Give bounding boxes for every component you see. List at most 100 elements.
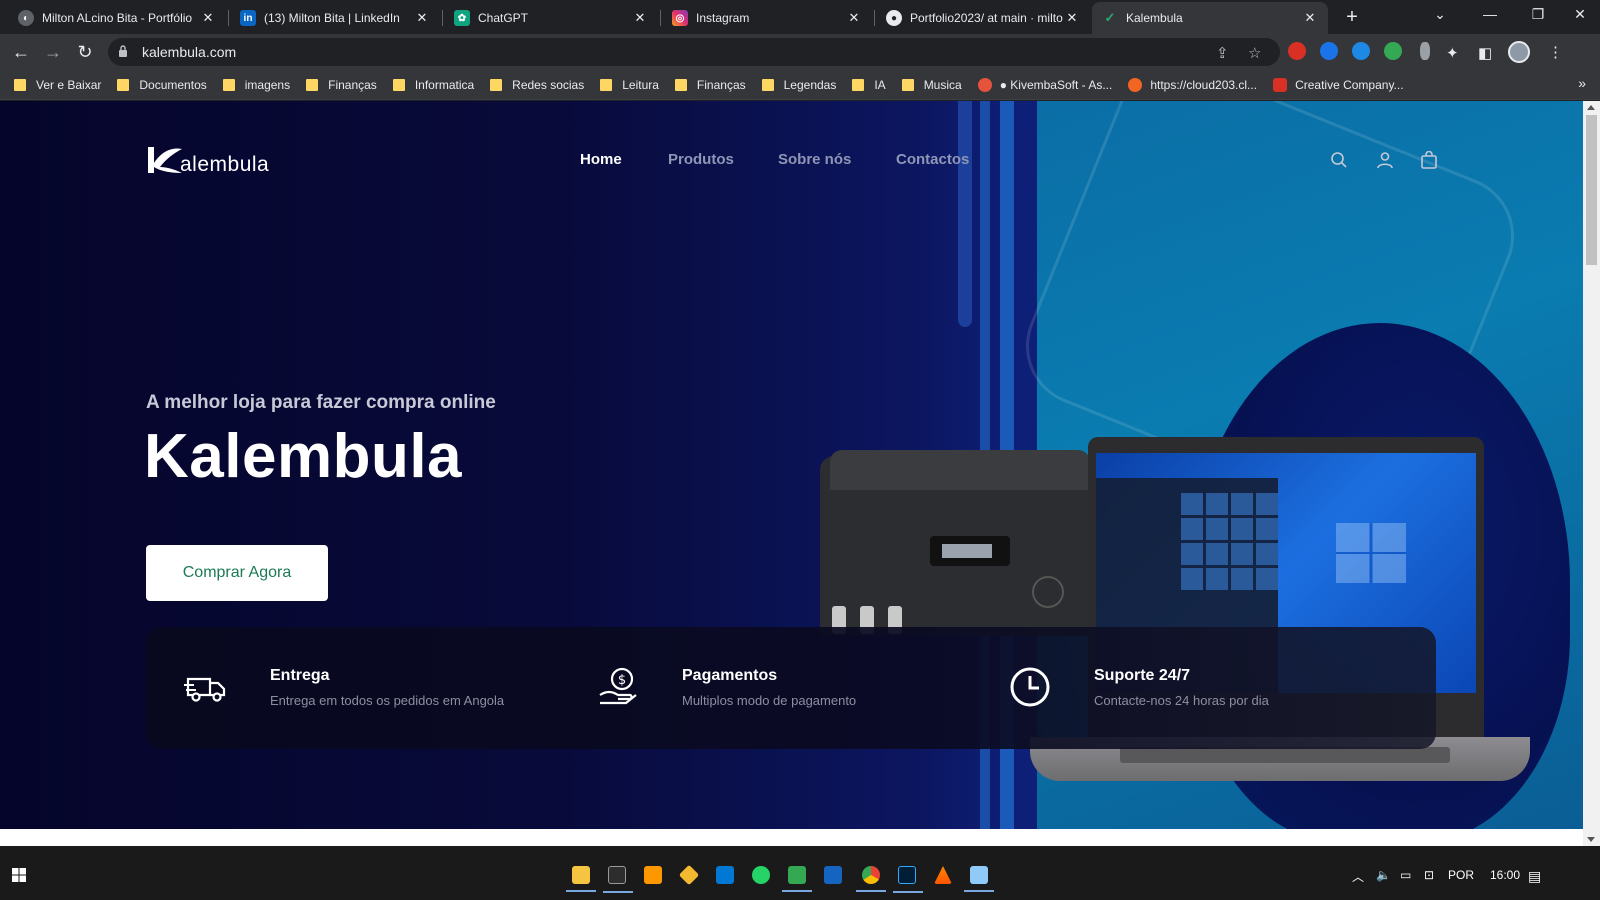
extension-shield-icon[interactable] xyxy=(1352,42,1370,60)
kalembula-logo-icon[interactable] xyxy=(146,145,184,175)
css3-app-icon[interactable] xyxy=(824,866,842,884)
close-icon[interactable]: ✕ xyxy=(1302,10,1318,26)
back-icon[interactable]: ← xyxy=(10,41,32,63)
language-indicator[interactable]: POR xyxy=(1448,868,1474,882)
sidepanel-icon[interactable]: ◧ xyxy=(1478,44,1492,62)
whatsapp-icon[interactable] xyxy=(752,866,770,884)
bookmark-item[interactable]: Redes socias xyxy=(490,78,584,92)
vscode-icon[interactable] xyxy=(716,866,734,884)
scroll-down-icon[interactable] xyxy=(1587,837,1595,842)
folder-icon xyxy=(674,78,687,91)
file-explorer-icon[interactable] xyxy=(566,866,596,892)
logo-text[interactable]: alembula xyxy=(180,153,269,177)
close-icon[interactable]: ✕ xyxy=(632,10,648,26)
extension-vpn-icon[interactable] xyxy=(1320,42,1338,60)
close-icon[interactable]: ✕ xyxy=(414,10,430,26)
tab-instagram[interactable]: ◎ Instagram ✕ xyxy=(662,2,872,34)
bookmark-item[interactable]: Leitura xyxy=(600,78,659,92)
address-bar[interactable]: kalembula.com ⇪ ☆ xyxy=(108,38,1280,66)
new-tab-button[interactable]: + xyxy=(1340,6,1364,29)
notepad-icon[interactable] xyxy=(964,866,994,892)
tab-title: Portfolio2023/ at main · milto xyxy=(910,11,1063,25)
bookmark-item[interactable]: Musica xyxy=(901,77,962,92)
bookmark-item[interactable]: IA xyxy=(852,77,886,92)
hero-tagline: A melhor loja para fazer compra online xyxy=(146,392,496,413)
share-icon[interactable]: ⇪ xyxy=(1216,44,1229,62)
tab-search-icon[interactable]: ⌄ xyxy=(1420,6,1460,23)
scroll-up-icon[interactable] xyxy=(1587,105,1595,110)
tab-title: Kalembula xyxy=(1126,11,1183,25)
tab-portfolio[interactable]: ◐ Milton ALcino Bita - Portfólio ✕ xyxy=(8,2,226,34)
search-icon[interactable] xyxy=(1330,151,1348,169)
bookmark-label: Legendas xyxy=(783,77,837,92)
bookmark-item[interactable]: Finanças xyxy=(674,78,746,92)
extension-google-icon[interactable] xyxy=(1384,42,1402,60)
clock-text[interactable]: 16:00 xyxy=(1490,868,1520,882)
tray-chevron-icon[interactable]: ︿ xyxy=(1352,868,1364,885)
bookmark-label: IA xyxy=(874,77,886,92)
close-icon[interactable]: ✕ xyxy=(846,10,862,26)
clock-icon xyxy=(1010,667,1050,707)
tool-app-icon[interactable] xyxy=(782,866,812,892)
bookmark-item[interactable]: imagens xyxy=(222,78,290,92)
nav-contactos[interactable]: Contactos xyxy=(896,151,969,168)
bookmark-label: Leitura xyxy=(622,77,659,92)
linkedin-icon: in xyxy=(240,10,256,26)
network-icon[interactable]: ⊡ xyxy=(1424,868,1434,882)
bookmark-label: ● KivembaSoft - As... xyxy=(999,77,1113,92)
window-close-button[interactable]: ✕ xyxy=(1560,6,1600,23)
bookmark-label: https://cloud203.cl... xyxy=(1150,77,1258,92)
restore-button[interactable]: ❐ xyxy=(1518,6,1558,23)
nav-sobre-nos[interactable]: Sobre nós xyxy=(778,151,851,168)
more-bookmarks-icon[interactable]: » xyxy=(1578,75,1586,91)
tab-linkedin[interactable]: in (13) Milton Bita | LinkedIn ✕ xyxy=(230,2,440,34)
bookmarks-bar: Ver e Baixar Documentos imagens Finanças… xyxy=(0,70,1600,100)
bookmark-item[interactable]: Informatica xyxy=(392,78,474,92)
close-icon[interactable]: ✕ xyxy=(1064,10,1080,26)
tab-github[interactable]: ● Portfolio2023/ at main · milto ✕ xyxy=(876,2,1090,34)
close-icon[interactable]: ✕ xyxy=(200,10,216,26)
tab-title: (13) Milton Bita | LinkedIn xyxy=(264,11,400,25)
bookmark-item[interactable]: Documentos xyxy=(117,78,207,92)
chrome-icon[interactable] xyxy=(856,866,886,892)
extension-mega-icon[interactable] xyxy=(1288,42,1306,60)
puzzle-icon[interactable]: ✦ xyxy=(1446,44,1459,62)
shopping-bag-icon[interactable] xyxy=(1420,151,1438,169)
bookmark-item[interactable]: https://cloud203.cl... xyxy=(1128,77,1258,92)
tab-kalembula[interactable]: ✓ Kalembula ✕ xyxy=(1092,2,1328,34)
extension-mouse-icon[interactable] xyxy=(1420,42,1430,60)
scrollbar-thumb[interactable] xyxy=(1586,115,1597,265)
bookmark-item[interactable]: Creative Company... xyxy=(1273,77,1404,92)
nav-home[interactable]: Home xyxy=(580,151,622,168)
bookmark-item[interactable]: Finanças xyxy=(306,78,377,92)
bookmark-item[interactable]: Ver e Baixar xyxy=(14,78,101,92)
lock-icon xyxy=(119,45,127,57)
browser-toolbar: ← → ↻ kalembula.com ⇪ ☆ ✦ ◧ ⋮ xyxy=(0,34,1600,70)
bookmark-star-icon[interactable]: ☆ xyxy=(1248,44,1261,62)
windows-start-icon[interactable] xyxy=(12,868,26,882)
bookmark-item[interactable]: Legendas xyxy=(761,77,837,92)
bookmark-label: Ver e Baixar xyxy=(36,77,102,92)
menu-dots-icon[interactable]: ⋮ xyxy=(1548,43,1563,61)
kivembasoft-icon xyxy=(977,77,992,92)
forward-icon[interactable]: → xyxy=(42,41,64,63)
sublime-icon[interactable] xyxy=(644,866,662,884)
chatgpt-icon: ✿ xyxy=(454,10,470,26)
battery-icon[interactable]: ▭ xyxy=(1400,868,1411,882)
pen-app-icon[interactable] xyxy=(603,866,633,893)
notification-icon[interactable]: ▤ xyxy=(1528,868,1541,885)
volume-icon[interactable]: 🔈 xyxy=(1376,868,1391,882)
minimize-button[interactable]: — xyxy=(1470,6,1510,22)
bookmark-item[interactable]: ● KivembaSoft - As... xyxy=(977,77,1113,92)
reload-icon[interactable]: ↻ xyxy=(74,41,96,63)
tab-chatgpt[interactable]: ✿ ChatGPT ✕ xyxy=(444,2,658,34)
payment-hand-icon: $ xyxy=(599,667,637,705)
nav-produtos[interactable]: Produtos xyxy=(668,151,734,168)
user-icon[interactable] xyxy=(1376,151,1394,169)
bookmark-label: Musica xyxy=(923,77,962,92)
comprar-agora-button[interactable]: Comprar Agora xyxy=(146,545,328,601)
avatar[interactable] xyxy=(1508,41,1530,63)
feature-item: Suporte 24/7 Contacte-nos 24 horas por d… xyxy=(970,627,1436,749)
page-scrollbar[interactable] xyxy=(1583,101,1600,846)
photoshop-icon[interactable] xyxy=(893,866,923,893)
